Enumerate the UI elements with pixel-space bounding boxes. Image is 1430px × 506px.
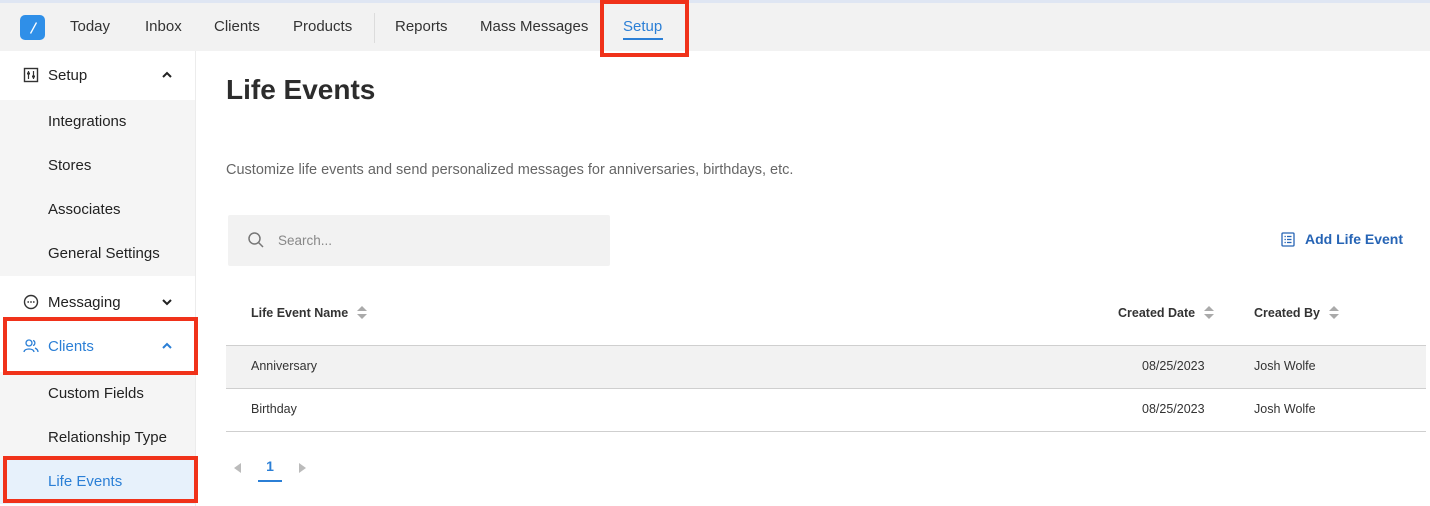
pagination-page-1[interactable]: 1 — [258, 458, 282, 482]
sort-icon[interactable] — [1204, 306, 1215, 320]
highlight-box-clients-section — [3, 317, 198, 375]
cell-life-event-name: Birthday — [251, 402, 297, 416]
highlight-box-life-events-item — [3, 456, 198, 503]
chevron-up-icon — [162, 71, 172, 78]
page-subtitle: Customize life events and send personali… — [226, 162, 794, 178]
search-input[interactable] — [278, 230, 578, 250]
column-header-created-date[interactable]: Created Date — [1118, 306, 1215, 320]
sidebar-item-general-settings[interactable]: General Settings — [0, 232, 195, 276]
add-life-event-label: Add Life Event — [1305, 231, 1404, 247]
chevron-down-icon — [162, 299, 172, 306]
list-add-icon — [1281, 231, 1295, 247]
app-logo-icon[interactable] — [20, 15, 45, 40]
nav-today[interactable]: Today — [70, 3, 110, 51]
table-row[interactable]: Anniversary 08/25/2023 Josh Wolfe — [226, 345, 1426, 388]
sidebar-section-label: Messaging — [48, 293, 121, 311]
page-title: Life Events — [226, 74, 376, 105]
table-row[interactable]: Birthday 08/25/2023 Josh Wolfe — [226, 388, 1426, 431]
sidebar-item-integrations[interactable]: Integrations — [0, 100, 195, 144]
nav-clients[interactable]: Clients — [214, 3, 260, 51]
sort-icon[interactable] — [357, 306, 368, 320]
highlight-box-setup-tab — [600, 0, 689, 57]
settings-sliders-icon — [23, 67, 39, 83]
sidebar-item-custom-fields[interactable]: Custom Fields — [0, 372, 195, 416]
search-icon — [248, 232, 264, 248]
table-bottom-border — [226, 431, 1426, 432]
nav-products[interactable]: Products — [293, 3, 352, 51]
sidebar-item-label: Custom Fields — [48, 385, 144, 402]
search-box[interactable] — [228, 215, 610, 266]
column-header-created-by[interactable]: Created By — [1254, 306, 1339, 320]
pagination-prev-icon[interactable] — [234, 463, 241, 473]
top-navigation-bar: Today Inbox Clients Products Reports Mas… — [0, 3, 1430, 51]
sidebar: Setup Integrations Stores Associates Gen… — [0, 51, 196, 506]
column-header-label: Life Event Name — [251, 306, 349, 320]
sidebar-item-label: Associates — [48, 201, 121, 218]
nav-divider — [374, 13, 375, 43]
sidebar-item-label: Relationship Type — [48, 429, 167, 446]
chat-bubble-icon — [23, 294, 39, 310]
sidebar-item-label: Integrations — [48, 113, 127, 130]
sidebar-item-associates[interactable]: Associates — [0, 188, 195, 232]
sidebar-section-setup[interactable]: Setup — [0, 52, 195, 98]
nav-mass-messages[interactable]: Mass Messages — [480, 3, 588, 51]
cell-created-by: Josh Wolfe — [1254, 402, 1316, 416]
column-header-life-event-name[interactable]: Life Event Name — [251, 306, 368, 320]
sidebar-item-stores[interactable]: Stores — [0, 144, 195, 188]
sort-icon[interactable] — [1329, 306, 1339, 320]
cell-created-by: Josh Wolfe — [1254, 359, 1316, 373]
cell-created-date: 08/25/2023 — [1142, 402, 1205, 416]
sidebar-item-label: Stores — [48, 157, 92, 174]
nav-reports[interactable]: Reports — [395, 3, 448, 51]
nav-inbox[interactable]: Inbox — [145, 3, 182, 51]
column-header-label: Created By — [1254, 306, 1320, 320]
sidebar-section-label: Setup — [48, 66, 88, 84]
cell-life-event-name: Anniversary — [251, 359, 317, 373]
add-life-event-button[interactable]: Add Life Event — [1281, 229, 1403, 249]
sidebar-item-label: General Settings — [48, 245, 160, 262]
pagination-next-icon[interactable] — [299, 463, 306, 473]
cell-created-date: 08/25/2023 — [1142, 359, 1205, 373]
sidebar-item-relationship-type[interactable]: Relationship Type — [0, 416, 195, 460]
column-header-label: Created Date — [1118, 306, 1196, 320]
